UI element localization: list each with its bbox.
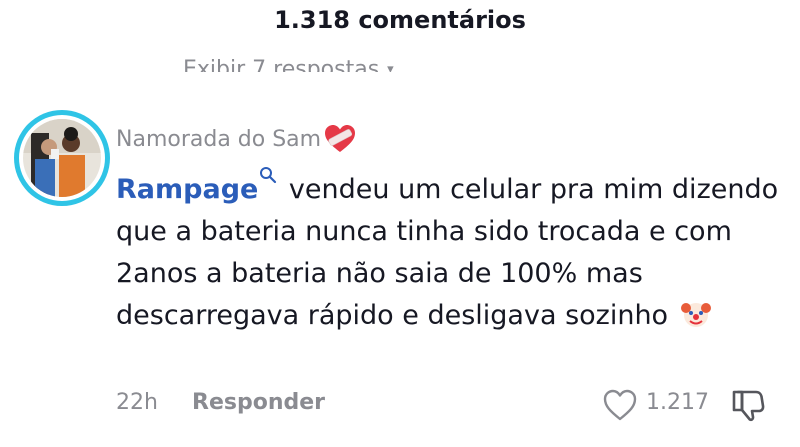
comment-username[interactable]: Namorada do Sam [116,124,357,154]
heart-bandage-emoji [325,125,356,152]
like-count: 1.217 [646,390,709,415]
reply-button[interactable]: Responder [192,390,325,415]
avatar-photo [23,119,101,197]
heart-icon[interactable] [602,388,638,422]
comment-actions: 22h Responder 1.217 [116,388,800,422]
view-replies-label: Exibir 7 respostas [183,57,380,72]
view-replies-button[interactable]: Exibir 7 respostas ▾ [183,44,394,72]
username-text: Namorada do Sam [116,126,322,152]
clown-emoji [680,303,711,327]
comment-text: Rampage vendeu um celular pra mim dizend… [116,166,786,337]
thumbs-down-icon[interactable] [732,386,768,422]
mention-link[interactable]: Rampage [116,174,258,205]
comments-count-title: 1.318 comentários [274,6,526,34]
search-icon [260,167,277,184]
comment-timestamp: 22h [116,390,158,415]
comments-panel: 1.318 comentários Exibir 7 respostas ▾ N… [0,0,800,447]
chevron-down-icon: ▾ [387,62,394,72]
avatar[interactable] [14,110,110,206]
